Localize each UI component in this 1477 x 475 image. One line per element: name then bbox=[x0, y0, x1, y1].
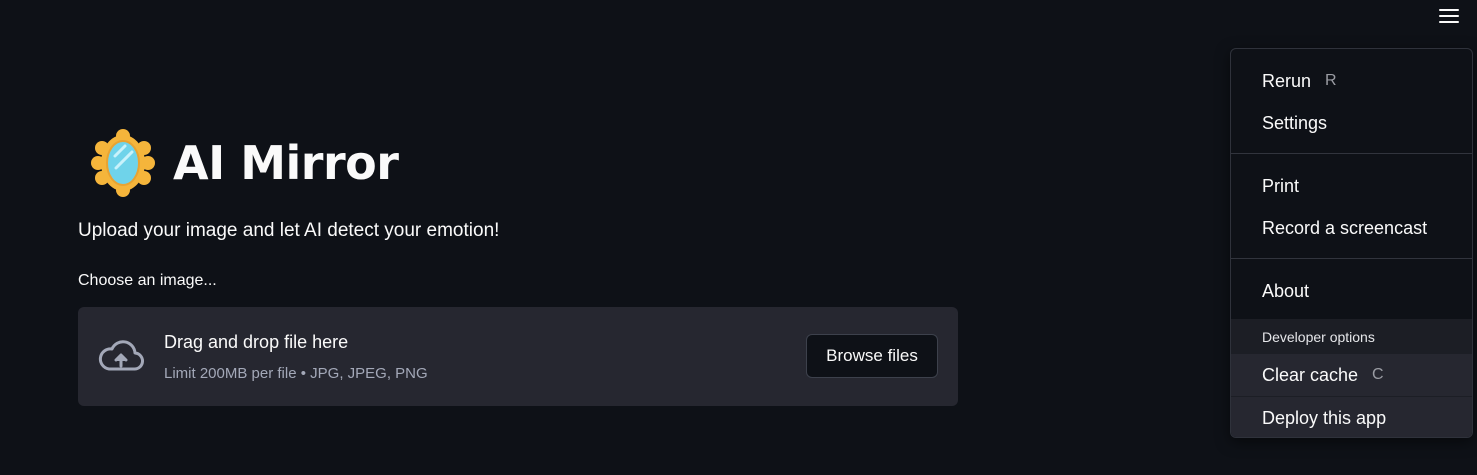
dropzone-limit-text: Limit 200MB per file • JPG, JPEG, PNG bbox=[164, 365, 428, 382]
menu-item-label: Clear cache bbox=[1262, 364, 1359, 385]
developer-options-section: Developer options Clear cache C Deploy t… bbox=[1231, 319, 1472, 437]
dropzone-title: Drag and drop file here bbox=[164, 332, 349, 352]
page-subtitle: Upload your image and let AI detect your… bbox=[78, 220, 500, 241]
shortcut-hint: C bbox=[1372, 366, 1384, 383]
menu-item-clear-cache[interactable]: Clear cache C bbox=[1231, 354, 1472, 396]
menu-item-print[interactable]: Print bbox=[1231, 165, 1472, 207]
menu-divider bbox=[1231, 258, 1472, 259]
title-row: AI Mirror bbox=[78, 128, 958, 198]
menu-divider bbox=[1231, 153, 1472, 154]
menu-item-record-screencast[interactable]: Record a screencast bbox=[1231, 207, 1472, 249]
hamburger-icon[interactable] bbox=[1437, 7, 1461, 25]
menu-item-deploy-app[interactable]: Deploy this app bbox=[1231, 397, 1472, 437]
menu-item-about[interactable]: About bbox=[1231, 270, 1472, 312]
main-menu-dropdown: Rerun R Settings Print Record a screenca… bbox=[1230, 48, 1473, 438]
menu-item-label: Deploy this app bbox=[1262, 407, 1387, 428]
browse-files-button[interactable]: Browse files bbox=[806, 334, 938, 378]
menu-item-label: Record a screencast bbox=[1262, 217, 1428, 238]
menu-item-settings[interactable]: Settings bbox=[1231, 102, 1472, 144]
uploader-label: Choose an image... bbox=[78, 272, 217, 289]
menu-item-label: Print bbox=[1262, 175, 1300, 196]
menu-item-label: Settings bbox=[1262, 112, 1328, 133]
page-title: AI Mirror bbox=[173, 136, 399, 190]
app-root: AI Mirror Upload your image and let AI d… bbox=[0, 0, 1477, 475]
mirror-icon bbox=[91, 129, 155, 197]
shortcut-hint: R bbox=[1325, 72, 1337, 89]
developer-options-header: Developer options bbox=[1262, 329, 1375, 345]
menu-item-rerun[interactable]: Rerun R bbox=[1231, 60, 1472, 102]
menu-item-label: Rerun bbox=[1262, 70, 1312, 91]
menu-item-label: About bbox=[1262, 280, 1310, 301]
cloud-upload-icon bbox=[98, 340, 144, 371]
file-dropzone[interactable]: Drag and drop file here Limit 200MB per … bbox=[78, 307, 958, 406]
main-content: AI Mirror Upload your image and let AI d… bbox=[78, 128, 958, 406]
